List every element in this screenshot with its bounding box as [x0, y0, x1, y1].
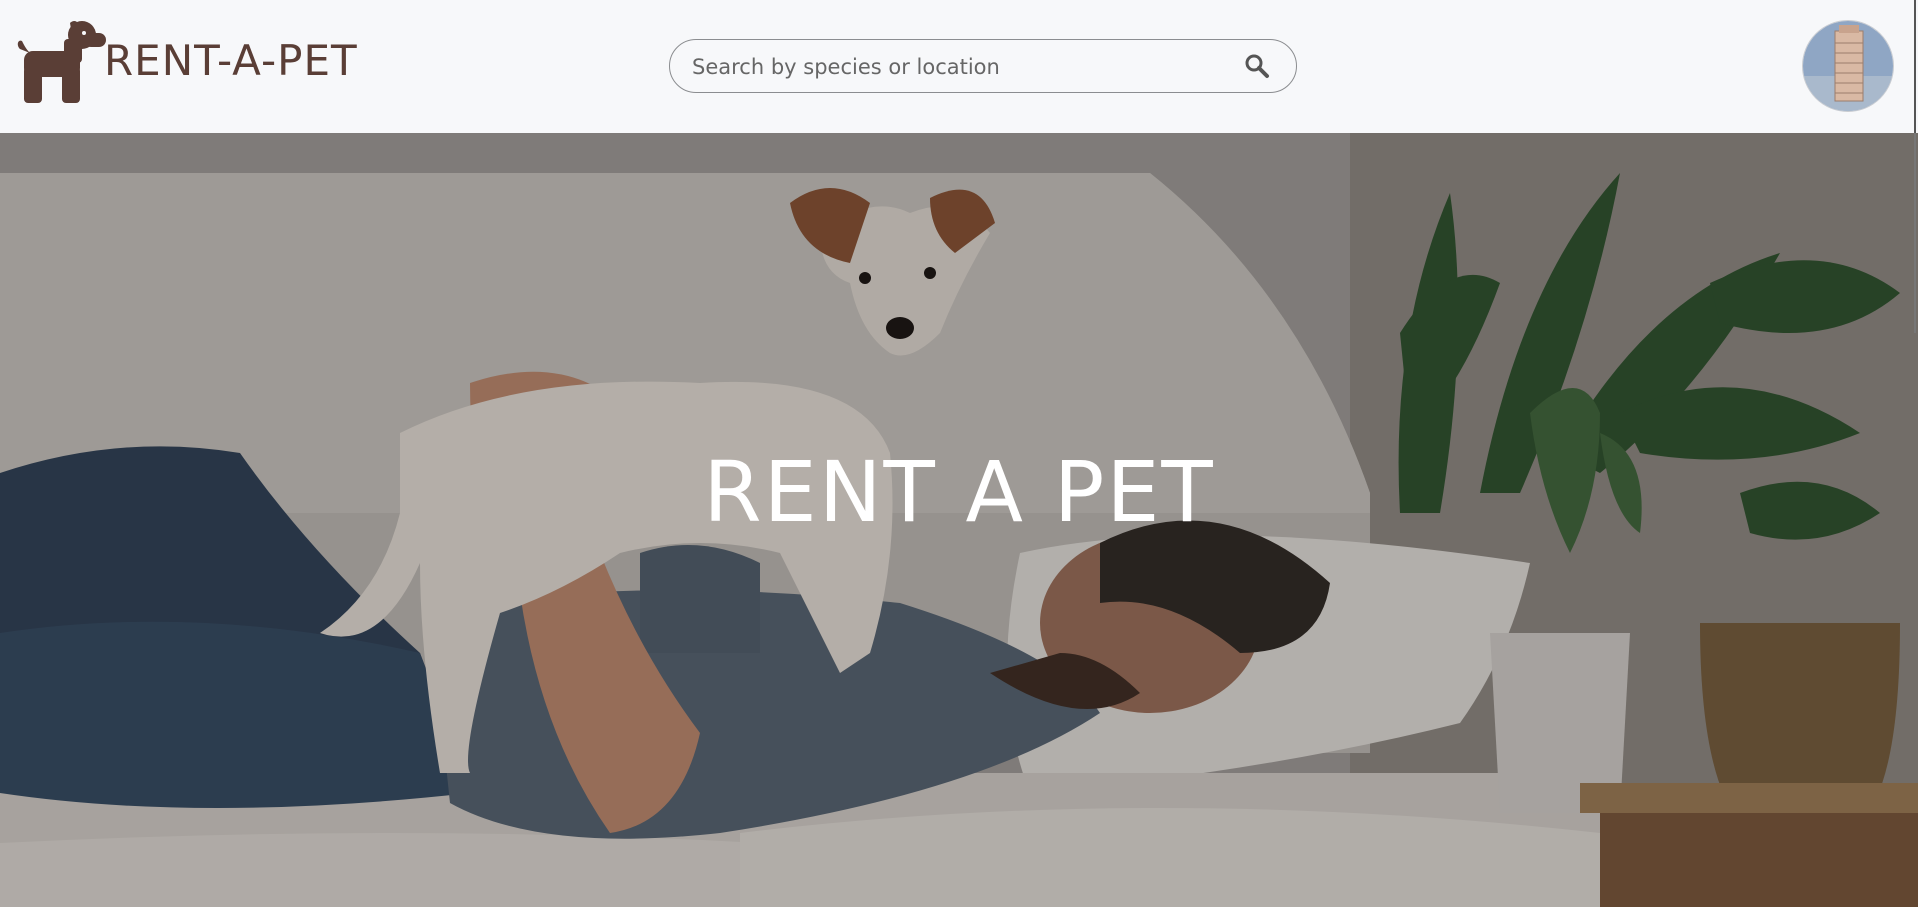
navbar: RENT-A-PET [0, 0, 1918, 134]
brand-name[interactable]: RENT-A-PET [104, 36, 358, 85]
hero-title: RENT A PET [703, 443, 1215, 541]
search-input[interactable] [690, 40, 1234, 94]
hero-banner: RENT A PET [0, 133, 1918, 907]
brand-link[interactable] [14, 19, 110, 105]
avatar[interactable] [1802, 20, 1894, 112]
search-bar [669, 39, 1297, 94]
dog-icon [17, 21, 106, 103]
scrollbar-track[interactable] [1914, 133, 1916, 333]
avatar-image [1803, 21, 1893, 111]
scrollbar[interactable] [1914, 0, 1916, 133]
search-icon[interactable] [1244, 53, 1270, 79]
